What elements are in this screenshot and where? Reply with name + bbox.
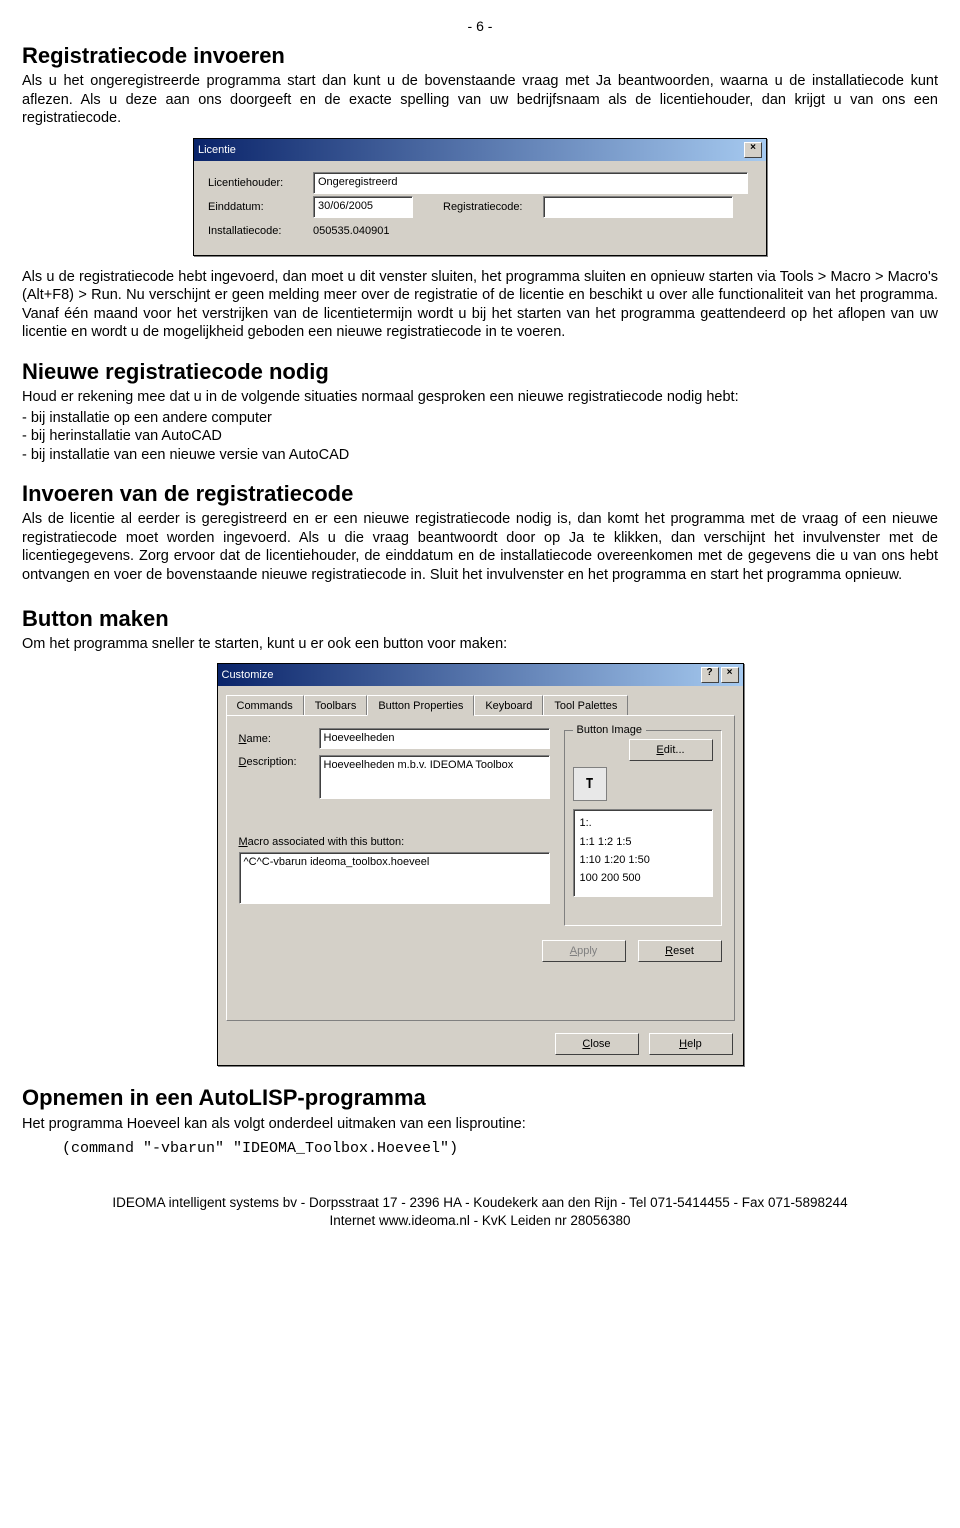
macro-input[interactable]: ^C^C-vbarun ideoma_toolbox.hoeveel xyxy=(239,852,550,904)
list-item[interactable]: 100 200 500 xyxy=(580,869,706,887)
apply-button[interactable]: Apply xyxy=(542,940,626,962)
registratiecode-input[interactable] xyxy=(543,196,733,218)
help-icon[interactable]: ? xyxy=(701,667,719,683)
label-macro: Macro associated with this button: xyxy=(239,835,550,849)
help-button[interactable]: Help xyxy=(649,1033,733,1055)
heading-registratiecode-invoeren: Registratiecode invoeren xyxy=(22,42,938,70)
tab-commands[interactable]: Commands xyxy=(226,695,304,716)
group-button-image: Button Image xyxy=(573,723,646,737)
close-button[interactable]: Close xyxy=(555,1033,639,1055)
edit-button[interactable]: Edit... xyxy=(629,739,713,761)
heading-autolisp: Opnemen in een AutoLISP-programma xyxy=(22,1084,938,1112)
paragraph: Om het programma sneller te starten, kun… xyxy=(22,635,938,654)
label-licentiehouder: Licentiehouder: xyxy=(208,176,313,190)
list-item: - bij installatie van een nieuwe versie … xyxy=(22,446,938,465)
label-name: Name: xyxy=(239,732,319,746)
label-description: Description: xyxy=(239,755,319,769)
licentie-dialog: Licentie × Licentiehouder: Ongeregistree… xyxy=(193,138,767,256)
label-einddatum: Einddatum: xyxy=(208,200,313,214)
tab-keyboard[interactable]: Keyboard xyxy=(474,695,543,716)
tab-button-properties[interactable]: Button Properties xyxy=(367,695,474,716)
dialog-title: Customize xyxy=(222,668,274,682)
tab-strip: Commands Toolbars Button Properties Keyb… xyxy=(218,686,743,715)
page-number: - 6 - xyxy=(22,18,938,36)
description-input[interactable]: Hoeveelheden m.b.v. IDEOMA Toolbox xyxy=(319,755,550,799)
list-item[interactable]: 1:1 1:2 1:5 xyxy=(580,833,706,851)
icon-list[interactable]: 1:. 1:1 1:2 1:5 1:10 1:20 1:50 100 200 5… xyxy=(573,809,713,897)
list-item: - bij herinstallatie van AutoCAD xyxy=(22,427,938,446)
paragraph: Het programma Hoeveel kan als volgt onde… xyxy=(22,1115,938,1134)
paragraph: Houd er rekening mee dat u in de volgend… xyxy=(22,388,938,407)
list-item[interactable]: 1:. xyxy=(580,814,706,832)
licentiehouder-input[interactable]: Ongeregistreerd xyxy=(313,172,748,194)
installatiecode-value: 050535.040901 xyxy=(313,224,389,238)
button-icon-preview: T xyxy=(573,767,607,801)
heading-nieuwe-registratiecode: Nieuwe registratiecode nodig xyxy=(22,358,938,386)
paragraph: Als u de registratiecode hebt ingevoerd,… xyxy=(22,268,938,342)
heading-invoeren-registratiecode: Invoeren van de registratiecode xyxy=(22,480,938,508)
code-block: (command "-vbarun" "IDEOMA_Toolbox.Hoeve… xyxy=(62,1139,938,1158)
name-input[interactable]: Hoeveelheden xyxy=(319,728,550,749)
footer-line1: IDEOMA intelligent systems bv - Dorpsstr… xyxy=(22,1194,938,1211)
tab-toolbars[interactable]: Toolbars xyxy=(304,695,368,716)
label-registratiecode: Registratiecode: xyxy=(413,200,543,214)
dialog-titlebar[interactable]: Customize ? × xyxy=(218,664,743,686)
list-item: - bij installatie op een andere computer xyxy=(22,409,938,428)
tab-tool-palettes[interactable]: Tool Palettes xyxy=(543,695,628,716)
dialog-titlebar[interactable]: Licentie × xyxy=(194,139,766,161)
label-installatiecode: Installatiecode: xyxy=(208,224,313,238)
dialog-title: Licentie xyxy=(198,143,236,157)
list-item[interactable]: 1:10 1:20 1:50 xyxy=(580,851,706,869)
close-icon[interactable]: × xyxy=(721,667,739,683)
heading-button-maken: Button maken xyxy=(22,605,938,633)
einddatum-input[interactable]: 30/06/2005 xyxy=(313,196,413,218)
footer-line2: Internet www.ideoma.nl - KvK Leiden nr 2… xyxy=(22,1212,938,1229)
paragraph: Als u het ongeregistreerde programma sta… xyxy=(22,72,938,128)
close-icon[interactable]: × xyxy=(744,142,762,158)
customize-dialog: Customize ? × Commands Toolbars Button P… xyxy=(217,663,744,1066)
paragraph: Als de licentie al eerder is geregistree… xyxy=(22,510,938,584)
reset-button[interactable]: Reset xyxy=(638,940,722,962)
